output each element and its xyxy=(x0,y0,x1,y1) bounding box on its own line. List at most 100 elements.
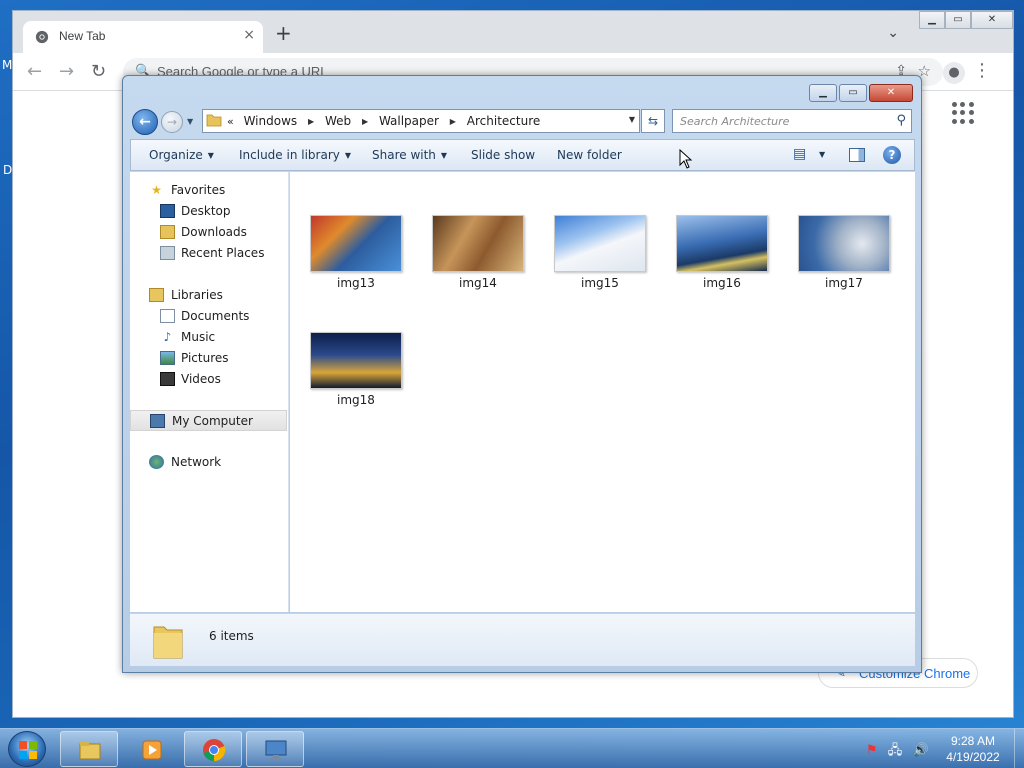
file-item-img16[interactable]: img16 xyxy=(676,215,768,290)
show-desktop-button[interactable] xyxy=(1014,729,1024,768)
chrome-tab-new-tab[interactable]: New Tab × xyxy=(23,21,263,53)
profile-avatar-icon[interactable]: ● xyxy=(943,62,965,84)
nav-favorites[interactable]: ★ Favorites xyxy=(130,180,287,201)
navigation-pane: ★ Favorites Desktop Downloads Recent Pla… xyxy=(130,172,289,612)
minimize-button[interactable]: ▁ xyxy=(809,84,837,102)
forward-button[interactable]: → xyxy=(161,111,183,133)
include-in-library-label: Include in library xyxy=(239,148,340,162)
breadcrumb-separator-icon[interactable]: ▶ xyxy=(308,117,314,126)
nav-music[interactable]: ♪ Music xyxy=(130,327,287,348)
breadcrumb-wallpaper[interactable]: Wallpaper xyxy=(379,114,439,128)
minimize-button[interactable]: ▁ xyxy=(919,11,945,29)
recent-pages-dropdown-icon[interactable]: ▼ xyxy=(187,117,193,126)
downloads-folder-icon xyxy=(160,225,175,239)
maximize-button[interactable]: ▭ xyxy=(839,84,867,102)
chrome-menu-icon[interactable]: ⋮ xyxy=(973,60,991,81)
videos-icon xyxy=(160,372,175,386)
file-name: img15 xyxy=(581,276,619,290)
file-item-img17[interactable]: img17 xyxy=(798,215,890,290)
close-window-button[interactable]: ✕ xyxy=(869,84,913,102)
image-thumbnail xyxy=(554,215,646,272)
nav-desktop[interactable]: Desktop xyxy=(130,201,287,222)
taskbar-remote-desktop-button[interactable] xyxy=(246,731,304,767)
change-view-icon[interactable]: ▤ xyxy=(793,146,806,162)
chevron-down-icon: ▼ xyxy=(207,151,214,160)
organize-button[interactable]: Organize ▼ xyxy=(149,148,214,162)
organize-label: Organize xyxy=(149,148,203,162)
nav-videos[interactable]: Videos xyxy=(130,369,287,390)
refresh-button[interactable]: ⇆ xyxy=(641,109,665,133)
breadcrumb-overflow[interactable]: « xyxy=(227,115,234,128)
preview-pane-icon[interactable] xyxy=(849,148,865,162)
system-clock[interactable]: 9:28 AM 4/19/2022 xyxy=(936,733,1010,765)
chrome-tab-title: New Tab xyxy=(59,29,106,43)
close-window-button[interactable]: ✕ xyxy=(971,11,1013,29)
taskbar-media-player-button[interactable] xyxy=(122,731,180,767)
slide-show-button[interactable]: Slide show xyxy=(471,148,535,162)
view-options-dropdown-icon[interactable]: ▼ xyxy=(819,150,825,159)
desktop-icon xyxy=(160,204,175,218)
nav-desktop-label: Desktop xyxy=(181,204,231,218)
search-input[interactable]: Search Architecture ⚲ xyxy=(672,109,912,133)
breadcrumb-web[interactable]: Web xyxy=(325,114,351,128)
reload-icon[interactable]: ↻ xyxy=(91,61,106,82)
nav-downloads[interactable]: Downloads xyxy=(130,222,287,243)
recent-places-icon xyxy=(160,246,175,260)
folder-icon xyxy=(153,626,183,659)
share-with-label: Share with xyxy=(372,148,436,162)
nav-libraries[interactable]: Libraries xyxy=(130,285,287,306)
file-item-img13[interactable]: img13 xyxy=(310,215,402,290)
explorer-folder-icon xyxy=(79,742,101,760)
chrome-logo-icon xyxy=(203,739,226,762)
start-button[interactable] xyxy=(8,731,46,767)
command-bar: Organize ▼ Include in library ▼ Share with… xyxy=(130,139,915,171)
chrome-tab-strip: New Tab × + ⌄ ▁ ▭ ✕ xyxy=(13,11,1013,53)
nav-network[interactable]: Network xyxy=(130,452,287,473)
taskbar: ⚑ 🖧 🔊 9:28 AM 4/19/2022 xyxy=(0,728,1024,768)
item-count: 6 items xyxy=(209,629,254,643)
search-icon[interactable]: ⚲ xyxy=(896,113,906,128)
taskbar-chrome-button[interactable] xyxy=(184,731,242,767)
breadcrumb-architecture[interactable]: Architecture xyxy=(467,114,540,128)
address-dropdown-icon[interactable]: ▼ xyxy=(629,115,635,124)
documents-icon xyxy=(160,309,175,323)
network-status-icon[interactable]: 🖧 xyxy=(888,743,903,758)
file-item-img14[interactable]: img14 xyxy=(432,215,524,290)
chevron-down-icon: ▼ xyxy=(440,151,448,160)
file-item-img18[interactable]: img18 xyxy=(310,332,402,407)
breadcrumb-windows[interactable]: Windows xyxy=(244,114,298,128)
file-item-img15[interactable]: img15 xyxy=(554,215,646,290)
back-button[interactable]: ← xyxy=(132,109,158,135)
forward-arrow-icon[interactable]: → xyxy=(59,61,74,82)
chrome-favicon-icon xyxy=(35,30,49,44)
google-apps-icon[interactable] xyxy=(952,102,974,124)
breadcrumb-separator-icon[interactable]: ▶ xyxy=(450,117,456,126)
action-center-flag-icon[interactable]: ⚑ xyxy=(866,743,878,758)
taskbar-explorer-button[interactable] xyxy=(60,731,118,767)
volume-icon[interactable]: 🔊 xyxy=(912,743,928,758)
help-icon[interactable]: ? xyxy=(883,146,901,164)
restore-button[interactable]: ▭ xyxy=(945,11,971,29)
image-thumbnail xyxy=(310,215,402,272)
close-tab-icon[interactable]: × xyxy=(243,27,255,43)
nav-documents[interactable]: Documents xyxy=(130,306,287,327)
new-folder-button[interactable]: New folder xyxy=(557,148,622,162)
details-pane: 6 items xyxy=(130,613,915,666)
nav-pictures[interactable]: Pictures xyxy=(130,348,287,369)
back-arrow-icon[interactable]: ← xyxy=(27,61,42,82)
nav-my-computer[interactable]: My Computer xyxy=(130,410,287,431)
share-with-button[interactable]: Share with ▼ xyxy=(372,148,447,162)
nav-recent-places[interactable]: Recent Places xyxy=(130,243,287,264)
new-tab-button[interactable]: + xyxy=(275,23,292,43)
breadcrumb-separator-icon[interactable]: ▶ xyxy=(362,117,368,126)
file-name: img14 xyxy=(459,276,497,290)
desktop-edge-text: M xyxy=(2,58,13,72)
file-list: img13 img14 img15 img16 img17 img18 xyxy=(290,172,915,612)
address-bar[interactable]: « Windows ▶ Web ▶ Wallpaper ▶ Architectu… xyxy=(202,109,640,133)
file-name: img18 xyxy=(337,393,375,407)
image-thumbnail xyxy=(798,215,890,272)
include-in-library-button[interactable]: Include in library ▼ xyxy=(239,148,351,162)
tab-search-icon[interactable]: ⌄ xyxy=(887,25,899,41)
nav-recent-places-label: Recent Places xyxy=(181,246,265,260)
mouse-cursor-icon xyxy=(679,149,693,169)
